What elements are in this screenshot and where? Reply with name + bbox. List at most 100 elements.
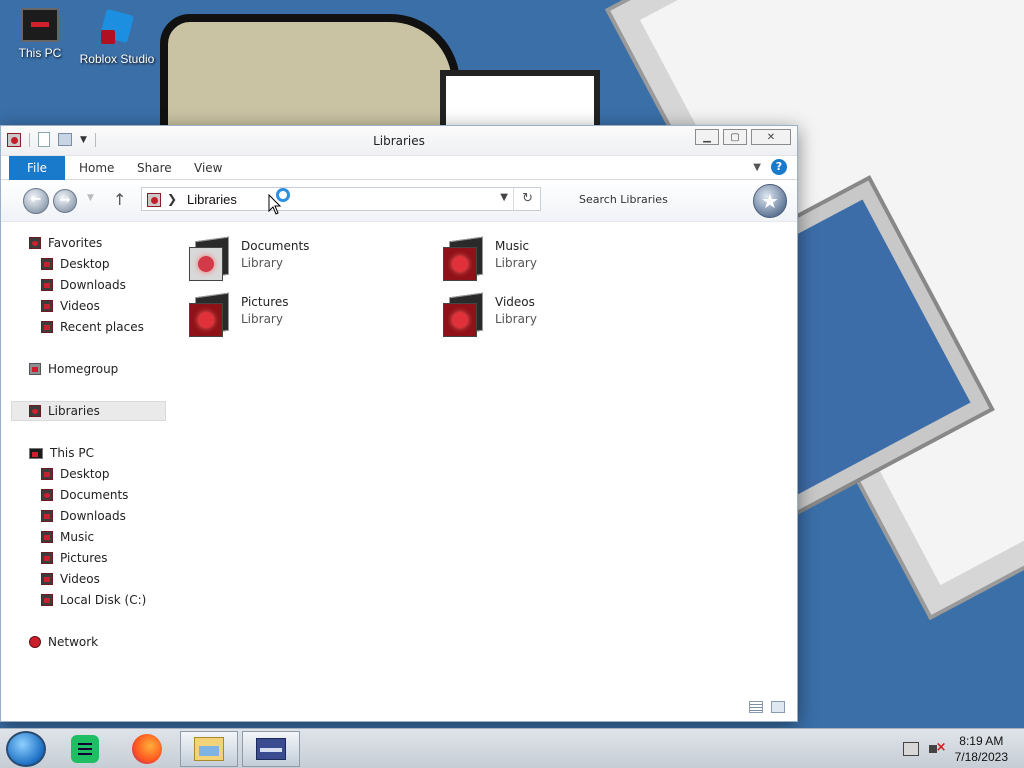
taskbar: 8:19 AM 7/18/2023 [0,728,1024,768]
library-documents[interactable]: Documents Library [187,236,310,287]
nav-item-favorites-videos[interactable]: Videos [41,296,100,316]
start-button[interactable] [6,731,46,767]
videos-icon [41,300,53,312]
nav-item-pc-videos[interactable]: Videos [41,569,100,589]
nav-item-network[interactable]: Network [29,632,98,652]
network-status-icon[interactable] [902,742,919,756]
desktop-icon [41,468,53,480]
close-icon: ✕ [766,131,776,143]
nav-item-pc-music[interactable]: Music [41,527,94,547]
ribbon-tabs: File Home Share View ▼ ? [1,156,797,180]
nav-item-local-disk[interactable]: Local Disk (C:) [41,590,146,610]
documents-icon [41,489,53,501]
search-input[interactable]: Search Libraries [579,193,668,206]
nav-item-pc-pictures[interactable]: Pictures [41,548,108,568]
clock-time: 8:19 AM [959,734,1004,748]
title-bar[interactable]: ▼ Libraries ▁ ▢ ✕ [1,126,797,156]
refresh-icon[interactable]: ↻ [522,191,533,206]
library-name: Music [495,239,530,253]
videos-library-icon [441,292,487,339]
homegroup-icon [29,363,41,375]
nav-item-recent-places[interactable]: Recent places [41,317,144,337]
recent-places-icon [41,321,53,333]
search-star-icon[interactable]: ★ [753,184,787,218]
navigation-pane: Favorites Desktop Downloads Videos Recen… [1,222,169,721]
help-icon[interactable]: ? [771,159,787,175]
taskbar-app-file-explorer[interactable] [180,731,238,767]
pictures-icon [41,552,53,564]
clock-date: 7/18/2023 [954,750,1008,764]
back-button[interactable]: ← [23,188,49,214]
roblox-studio-icon [97,8,137,48]
nav-item-pc-downloads[interactable]: Downloads [41,506,126,526]
forward-arrow-icon: → [59,193,71,208]
pictures-library-icon [187,292,233,339]
minimize-button[interactable]: ▁ [695,129,719,145]
library-type: Library [241,312,283,326]
library-videos[interactable]: Videos Library [441,292,537,343]
tab-share[interactable]: Share [137,161,172,175]
nav-item-favorites[interactable]: Favorites [29,233,102,253]
downloads-icon [41,510,53,522]
library-name: Documents [241,239,310,253]
library-name: Pictures [241,295,289,309]
details-view-icon[interactable] [749,701,763,713]
nav-item-favorites-downloads[interactable]: Downloads [41,275,126,295]
firefox-icon [132,734,162,764]
favorites-star-icon [29,237,41,249]
taskbar-app-notes[interactable] [56,731,114,767]
expand-ribbon-chevron-icon[interactable]: ▼ [753,162,761,173]
view-switcher [749,701,785,713]
system-tray: 8:19 AM 7/18/2023 [902,729,1024,768]
maximize-button[interactable]: ▢ [723,129,747,145]
taskbar-app-firefox[interactable] [118,731,176,767]
breadcrumb-chevron-icon[interactable]: ❯ [167,192,177,206]
minimize-icon: ▁ [703,131,711,143]
nav-item-this-pc[interactable]: This PC [29,443,94,463]
taskbar-clock[interactable]: 8:19 AM 7/18/2023 [955,733,1008,765]
nav-item-pc-documents[interactable]: Documents [41,485,128,505]
back-arrow-icon: ← [30,192,42,207]
desktop-icon-roblox-studio[interactable]: Roblox Studio [77,8,157,66]
taskbar-app-window[interactable] [242,731,300,767]
desktop-icon-this-pc[interactable]: This PC [0,8,80,60]
large-icons-view-icon[interactable] [771,701,785,713]
local-disk-icon [41,594,53,606]
this-pc-icon [29,447,43,459]
libraries-icon [29,405,41,417]
recent-locations-chevron-icon[interactable]: ▼ [87,193,94,203]
up-arrow-icon[interactable]: ↑ [113,190,126,209]
library-music[interactable]: Music Library [441,236,537,287]
forward-button[interactable]: → [53,189,77,213]
breadcrumb-libraries[interactable]: Libraries [187,192,237,207]
desktop-icon-label: This PC [18,46,62,60]
nav-item-favorites-desktop[interactable]: Desktop [41,254,110,274]
close-button[interactable]: ✕ [751,129,791,145]
address-history-chevron-icon[interactable]: ▼ [500,192,508,203]
videos-icon [41,573,53,585]
explorer-body: Favorites Desktop Downloads Videos Recen… [1,222,797,721]
navigation-bar: ← → ▼ ↑ ❯ Libraries ▼ ↻ Search Libraries… [1,180,797,222]
library-name: Videos [495,295,535,309]
tab-view[interactable]: View [194,161,222,175]
library-type: Library [495,256,537,270]
this-pc-icon [21,8,59,42]
desktop-icon [41,258,53,270]
notes-app-icon [71,735,99,763]
file-explorer-icon [194,737,224,761]
address-bar[interactable]: ❯ Libraries ▼ ↻ [141,187,541,211]
library-pictures[interactable]: Pictures Library [187,292,289,343]
nav-item-pc-desktop[interactable]: Desktop [41,464,110,484]
library-type: Library [241,256,283,270]
window-title: Libraries [373,134,425,148]
volume-muted-icon[interactable] [928,740,947,756]
music-library-icon [441,236,487,283]
explorer-window: ▼ Libraries ▁ ▢ ✕ File Home Share View ▼… [0,125,798,722]
nav-item-libraries[interactable]: Libraries [11,401,166,421]
window-controls: ▁ ▢ ✕ [695,129,791,145]
nav-item-homegroup[interactable]: Homegroup [29,359,118,379]
window-app-icon [256,738,286,760]
library-icon [147,193,161,207]
tab-home[interactable]: Home [79,161,114,175]
tab-file[interactable]: File [9,156,65,180]
